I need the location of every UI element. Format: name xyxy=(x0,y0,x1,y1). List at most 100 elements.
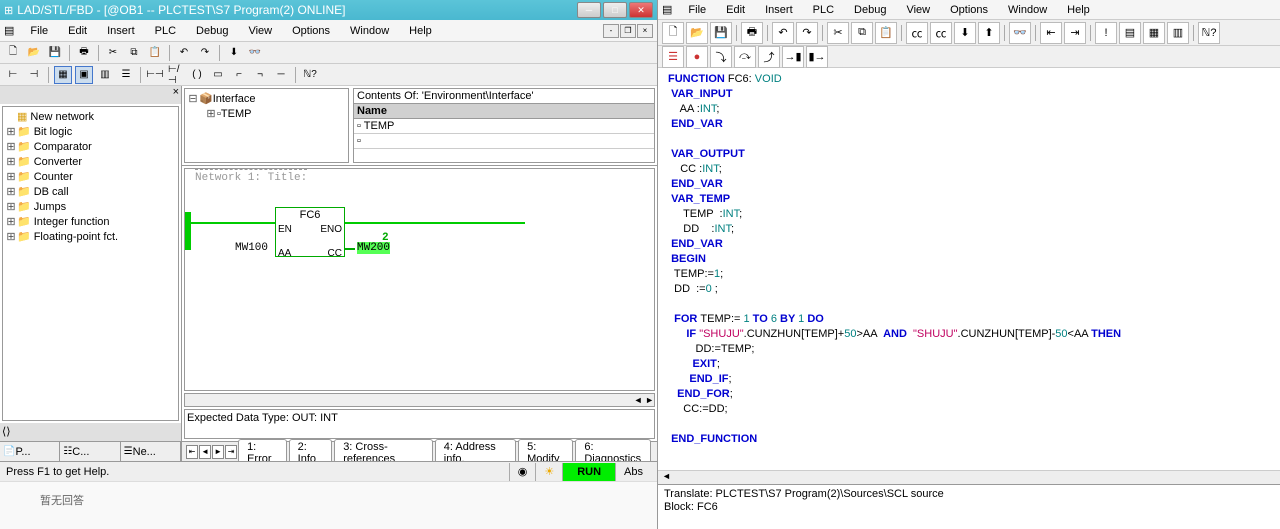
catalog-item[interactable]: ⊞📁Comparator xyxy=(5,139,176,154)
save-icon[interactable]: 💾 xyxy=(46,44,64,62)
menu-edit[interactable]: Edit xyxy=(58,23,97,39)
catalog-item[interactable]: ⊞📁Counter xyxy=(5,169,176,184)
upload-icon[interactable]: ⬆ xyxy=(978,22,1000,44)
system-menu-icon[interactable]: ▤ xyxy=(4,24,14,37)
catalog-item[interactable]: ⊞📁Floating-point fct. xyxy=(5,229,176,244)
rung-end-icon[interactable]: ⊣ xyxy=(25,66,43,84)
view1-icon[interactable]: ▤ xyxy=(1119,22,1141,44)
open-icon[interactable]: 📂 xyxy=(686,22,708,44)
label-mw100[interactable]: MW100 xyxy=(235,242,268,254)
context-help-icon[interactable]: ℕ? xyxy=(1198,22,1220,44)
redo-icon[interactable]: ↷ xyxy=(796,22,818,44)
menu-file[interactable]: File xyxy=(678,2,716,18)
tree-nav-icon[interactable]: ⟨⟩ xyxy=(2,425,11,439)
menu-insert[interactable]: Insert xyxy=(755,2,803,18)
tab-modify[interactable]: 5: Modify xyxy=(518,439,573,461)
interface-tree[interactable]: ⊟📦 Interface ⊞▫ TEMP xyxy=(184,88,349,163)
catalog-tree[interactable]: ▦New network⊞📁Bit logic⊞📁Comparator⊞📁Con… xyxy=(2,106,179,421)
menu-plc[interactable]: PLC xyxy=(803,2,844,18)
menu-debug[interactable]: Debug xyxy=(844,2,896,18)
catalog-icon[interactable]: ▦ xyxy=(54,66,72,84)
overview-icon[interactable]: ▣ xyxy=(75,66,93,84)
catalog-tab-p[interactable]: 📄P... xyxy=(0,442,60,461)
indent-out-icon[interactable]: ⇤ xyxy=(1040,22,1062,44)
tab-info[interactable]: 2: Info xyxy=(289,439,333,461)
minimize-button[interactable]: ─ xyxy=(577,2,601,18)
coil-icon[interactable]: ( ) xyxy=(188,66,206,84)
empty-cell[interactable]: ▫ xyxy=(354,134,654,149)
cut-icon[interactable]: ✂ xyxy=(827,22,849,44)
print-icon[interactable]: 🖶 xyxy=(741,22,763,44)
system-menu-icon[interactable]: ▤ xyxy=(662,3,672,16)
box-icon[interactable]: ▭ xyxy=(209,66,227,84)
fc6-block[interactable]: FC6 EN ENO AA CC xyxy=(275,207,345,257)
open-icon[interactable]: 📂 xyxy=(25,44,43,62)
menu-help[interactable]: Help xyxy=(1057,2,1100,18)
paste-icon[interactable]: 📋 xyxy=(146,44,164,62)
download-icon[interactable]: ⬇ xyxy=(225,44,243,62)
tab-addr[interactable]: 4: Address info. xyxy=(435,439,516,461)
step-out-icon[interactable]: ⤴ xyxy=(758,46,780,68)
undo-icon[interactable]: ↶ xyxy=(175,44,193,62)
bookmark-icon[interactable]: ! xyxy=(1095,22,1117,44)
view3-icon[interactable]: ▥ xyxy=(1167,22,1189,44)
catalog-item[interactable]: ▦New network xyxy=(5,109,176,124)
new-icon[interactable]: 🗋 xyxy=(662,22,684,44)
context-help-icon[interactable]: ℕ? xyxy=(301,66,319,84)
breakpoint-toggle-icon[interactable]: ● xyxy=(686,46,708,68)
copy-icon[interactable]: ⧉ xyxy=(125,44,143,62)
tab-error[interactable]: 1: Error xyxy=(238,439,287,461)
mdi-minimize[interactable]: - xyxy=(603,24,619,38)
name-header[interactable]: Name xyxy=(354,104,654,119)
hscroll-icon[interactable]: ◄ ► xyxy=(634,395,654,405)
tab-nav-next[interactable]: ► xyxy=(212,445,224,459)
menu-plc[interactable]: PLC xyxy=(145,23,186,39)
network-canvas[interactable]: Network 1: Title: FC6 EN ENO AA CC MW100… xyxy=(184,168,655,391)
tab-nav-first[interactable]: ⇤ xyxy=(186,445,198,459)
tab-xref[interactable]: 3: Cross-references xyxy=(334,439,433,461)
mdi-restore[interactable]: ❐ xyxy=(620,24,636,38)
compile-all-icon[interactable]: ㏄ xyxy=(930,22,952,44)
monitor-icon[interactable]: 👓 xyxy=(1009,22,1031,44)
compile-icon[interactable]: ㏄ xyxy=(906,22,928,44)
interface-temp[interactable]: TEMP xyxy=(221,108,252,120)
menu-debug[interactable]: Debug xyxy=(186,23,238,39)
close-button[interactable]: ✕ xyxy=(629,2,653,18)
tab-diag[interactable]: 6: Diagnostics xyxy=(575,439,651,461)
copy-icon[interactable]: ⧉ xyxy=(851,22,873,44)
new-icon[interactable]: 🗋 xyxy=(4,44,22,62)
undo-icon[interactable]: ↶ xyxy=(772,22,794,44)
cut-icon[interactable]: ✂ xyxy=(104,44,122,62)
catalog-item[interactable]: ⊞📁Jumps xyxy=(5,199,176,214)
rung-start-icon[interactable]: ⊢ xyxy=(4,66,22,84)
mdi-close[interactable]: × xyxy=(637,24,653,38)
catalog-item[interactable]: ⊞📁Integer function xyxy=(5,214,176,229)
branch-open-icon[interactable]: ⌐ xyxy=(230,66,248,84)
interface-root[interactable]: Interface xyxy=(213,93,256,105)
menu-help[interactable]: Help xyxy=(399,23,442,39)
detail-icon[interactable]: ▥ xyxy=(96,66,114,84)
menu-insert[interactable]: Insert xyxy=(97,23,145,39)
list-icon[interactable]: ☰ xyxy=(117,66,135,84)
print-icon[interactable]: 🖶 xyxy=(75,44,93,62)
tab-nav-last[interactable]: ⇥ xyxy=(225,445,237,459)
menu-window[interactable]: Window xyxy=(998,2,1057,18)
hscroll-left-icon[interactable]: ◄ xyxy=(658,471,675,484)
code-editor[interactable]: FUNCTION FC6: VOID VAR_INPUT AA :INT; EN… xyxy=(658,68,1280,470)
menu-file[interactable]: File xyxy=(20,23,58,39)
connection-icon[interactable]: ─ xyxy=(272,66,290,84)
indent-in-icon[interactable]: ⇥ xyxy=(1064,22,1086,44)
download-icon[interactable]: ⬇ xyxy=(954,22,976,44)
catalog-close-icon[interactable]: × xyxy=(173,86,179,104)
view2-icon[interactable]: ▦ xyxy=(1143,22,1165,44)
redo-icon[interactable]: ↷ xyxy=(196,44,214,62)
menu-options[interactable]: Options xyxy=(940,2,998,18)
catalog-item[interactable]: ⊞📁Bit logic xyxy=(5,124,176,139)
branch-close-icon[interactable]: ¬ xyxy=(251,66,269,84)
catalog-item[interactable]: ⊞📁Converter xyxy=(5,154,176,169)
catalog-item[interactable]: ⊞📁DB call xyxy=(5,184,176,199)
catalog-tab-ne[interactable]: ☰Ne... xyxy=(121,442,181,461)
catalog-tab-c[interactable]: ☷C... xyxy=(60,442,120,461)
menu-view[interactable]: View xyxy=(238,23,282,39)
contact-no-icon[interactable]: ⊢⊣ xyxy=(146,66,164,84)
